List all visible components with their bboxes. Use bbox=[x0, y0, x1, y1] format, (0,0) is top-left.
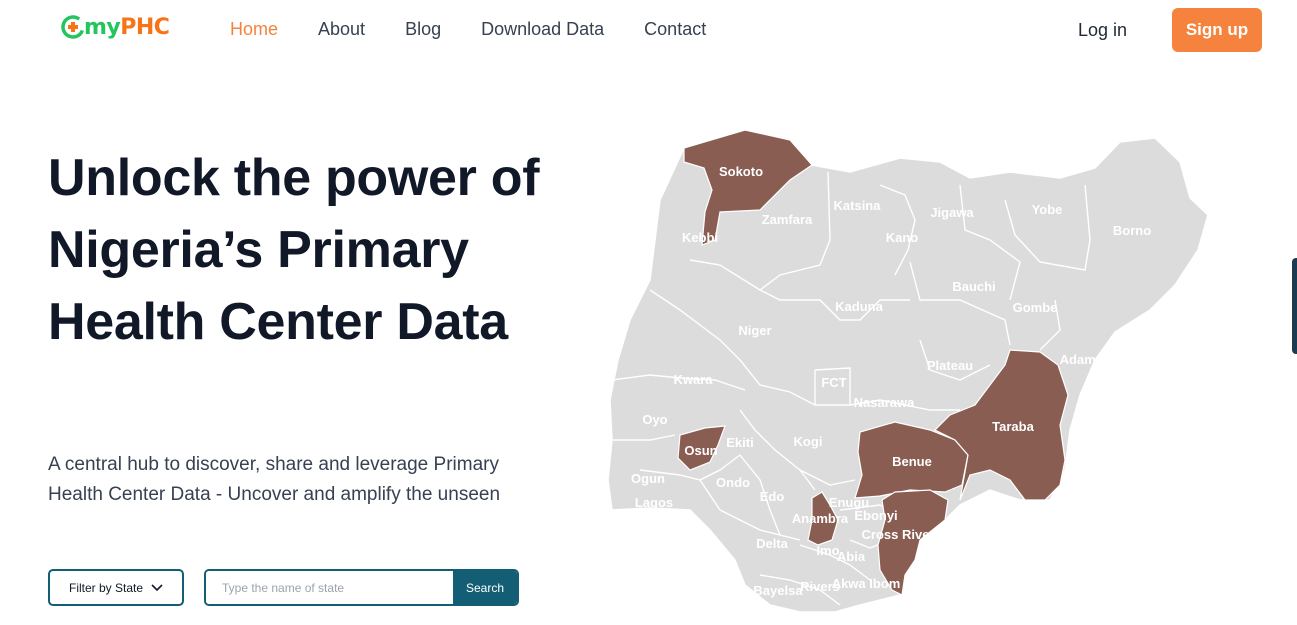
label-anambra: Anambra bbox=[792, 511, 849, 526]
label-delta: Delta bbox=[756, 536, 789, 551]
state-search-input[interactable] bbox=[206, 571, 453, 604]
label-yobe: Yobe bbox=[1032, 202, 1063, 217]
label-kwara: Kwara bbox=[673, 372, 713, 387]
label-benue: Benue bbox=[892, 454, 932, 469]
label-fct: FCT bbox=[821, 375, 846, 390]
label-sokoto: Sokoto bbox=[719, 164, 763, 179]
label-gombe: Gombe bbox=[1013, 300, 1058, 315]
login-link[interactable]: Log in bbox=[1078, 20, 1127, 41]
label-oyo: Oyo bbox=[642, 412, 667, 427]
label-kogi: Kogi bbox=[794, 434, 823, 449]
side-feedback-tab[interactable] bbox=[1292, 258, 1297, 354]
label-edo: Edo bbox=[760, 489, 785, 504]
label-osun: Osun bbox=[684, 443, 717, 458]
nav-download-data[interactable]: Download Data bbox=[481, 19, 604, 40]
label-kano: Kano bbox=[886, 230, 919, 245]
label-borno: Borno bbox=[1113, 223, 1151, 238]
label-cross-river: Cross River bbox=[862, 527, 935, 542]
label-katsina: Katsina bbox=[834, 198, 882, 213]
main-nav: Home About Blog Download Data Contact bbox=[230, 19, 746, 40]
logo-cross-icon bbox=[61, 15, 85, 39]
label-zamfara: Zamfara bbox=[762, 212, 813, 227]
filter-by-state-button[interactable]: Filter by State bbox=[48, 569, 184, 606]
nav-home[interactable]: Home bbox=[230, 19, 278, 40]
logo-text: myPHC bbox=[84, 14, 170, 40]
label-plateau: Plateau bbox=[927, 358, 973, 373]
nigeria-map-svg: Sokoto Zamfara Katsina Jigawa Yobe Borno… bbox=[607, 129, 1209, 613]
label-akwa-ibom: Akwa Ibom bbox=[832, 576, 901, 591]
label-nasarawa: Nasarawa bbox=[854, 395, 915, 410]
nigeria-map: Sokoto Zamfara Katsina Jigawa Yobe Borno… bbox=[600, 120, 1220, 620]
label-bayelsa: Bayelsa bbox=[753, 583, 803, 598]
hero-subtitle: A central hub to discover, share and lev… bbox=[48, 454, 501, 505]
nav-about[interactable]: About bbox=[318, 19, 365, 40]
hero-title: Unlock the power of Nigeria’s Primary He… bbox=[48, 149, 540, 351]
logo[interactable]: myPHC bbox=[60, 14, 170, 40]
site-header: myPHC Home About Blog Download Data Cont… bbox=[0, 0, 1297, 60]
label-kaduna: Kaduna bbox=[835, 299, 883, 314]
search-bar: Search bbox=[204, 569, 519, 606]
label-adamawa: Adamawa bbox=[1060, 352, 1121, 367]
nav-blog[interactable]: Blog bbox=[405, 19, 441, 40]
search-button[interactable]: Search bbox=[453, 571, 517, 604]
label-ekiti: Ekiti bbox=[726, 435, 753, 450]
signup-button[interactable]: Sign up bbox=[1172, 8, 1262, 52]
label-lagos: Lagos bbox=[635, 495, 673, 510]
chevron-down-icon bbox=[151, 583, 163, 591]
label-kebbi: Kebbi bbox=[682, 230, 718, 245]
filter-label: Filter by State bbox=[68, 580, 144, 595]
label-niger: Niger bbox=[738, 323, 771, 338]
label-taraba: Taraba bbox=[992, 419, 1034, 434]
label-ebonyi: Ebonyi bbox=[854, 508, 897, 523]
label-abia: Abia bbox=[837, 549, 866, 564]
nav-contact[interactable]: Contact bbox=[644, 19, 706, 40]
label-ondo: Ondo bbox=[716, 475, 750, 490]
label-bauchi: Bauchi bbox=[952, 279, 995, 294]
label-jigawa: Jigawa bbox=[930, 205, 974, 220]
label-ogun: Ogun bbox=[631, 471, 665, 486]
